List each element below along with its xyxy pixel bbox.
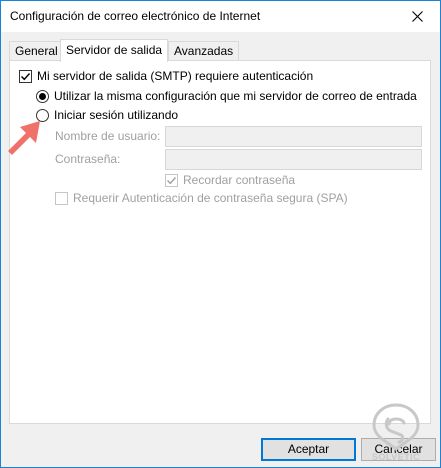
same-settings-label: Utilizar la misma configuración que mi s… — [54, 89, 417, 103]
username-input[interactable] — [165, 126, 422, 147]
tab-outgoing-server-label: Servidor de salida — [66, 43, 163, 57]
close-icon — [411, 11, 423, 22]
close-button[interactable] — [394, 1, 440, 32]
tab-outgoing-server[interactable]: Servidor de salida — [60, 39, 169, 62]
accept-button[interactable]: Aceptar — [261, 438, 356, 461]
window-title: Configuración de correo electrónico de I… — [10, 9, 261, 23]
password-input[interactable] — [165, 149, 422, 170]
checkmark-icon — [21, 72, 31, 80]
smtp-auth-option[interactable]: Mi servidor de salida (SMTP) requiere au… — [19, 69, 313, 83]
spa-option[interactable]: Requerir Autenticación de contraseña seg… — [55, 191, 348, 205]
tab-advanced-label: Avanzadas — [174, 44, 234, 58]
title-bar: Configuración de correo electrónico de I… — [1, 1, 440, 32]
solvetic-logo-icon: SOLVETIC — [372, 403, 420, 462]
remember-password-label: Recordar contraseña — [183, 173, 296, 187]
tab-general[interactable]: General — [9, 41, 64, 61]
remember-password-option[interactable]: Recordar contraseña — [165, 173, 295, 187]
tab-general-label: General — [15, 44, 58, 58]
tab-advanced[interactable]: Avanzadas — [168, 41, 240, 61]
smtp-auth-checkbox[interactable] — [19, 69, 32, 83]
spa-checkbox[interactable] — [55, 191, 68, 205]
same-settings-radio[interactable] — [36, 89, 49, 103]
smtp-auth-label: Mi servidor de salida (SMTP) requiere au… — [37, 69, 314, 83]
checkmark-icon — [167, 176, 177, 184]
dialog-window: Configuración de correo electrónico de I… — [0, 0, 441, 468]
tab-panel: Mi servidor de salida (SMTP) requiere au… — [9, 60, 431, 424]
spa-label: Requerir Autenticación de contraseña seg… — [73, 191, 348, 205]
username-label: Nombre de usuario: — [55, 129, 161, 143]
same-settings-option[interactable]: Utilizar la misma configuración que mi s… — [36, 89, 417, 103]
login-using-label: Iniciar sesión utilizando — [54, 108, 179, 122]
watermark-text: SOLVETIC — [372, 452, 420, 462]
radio-selected-dot — [39, 92, 46, 100]
annotation-arrow-icon — [8, 121, 40, 155]
password-label: Contraseña: — [55, 152, 121, 166]
remember-password-checkbox[interactable] — [165, 173, 178, 187]
